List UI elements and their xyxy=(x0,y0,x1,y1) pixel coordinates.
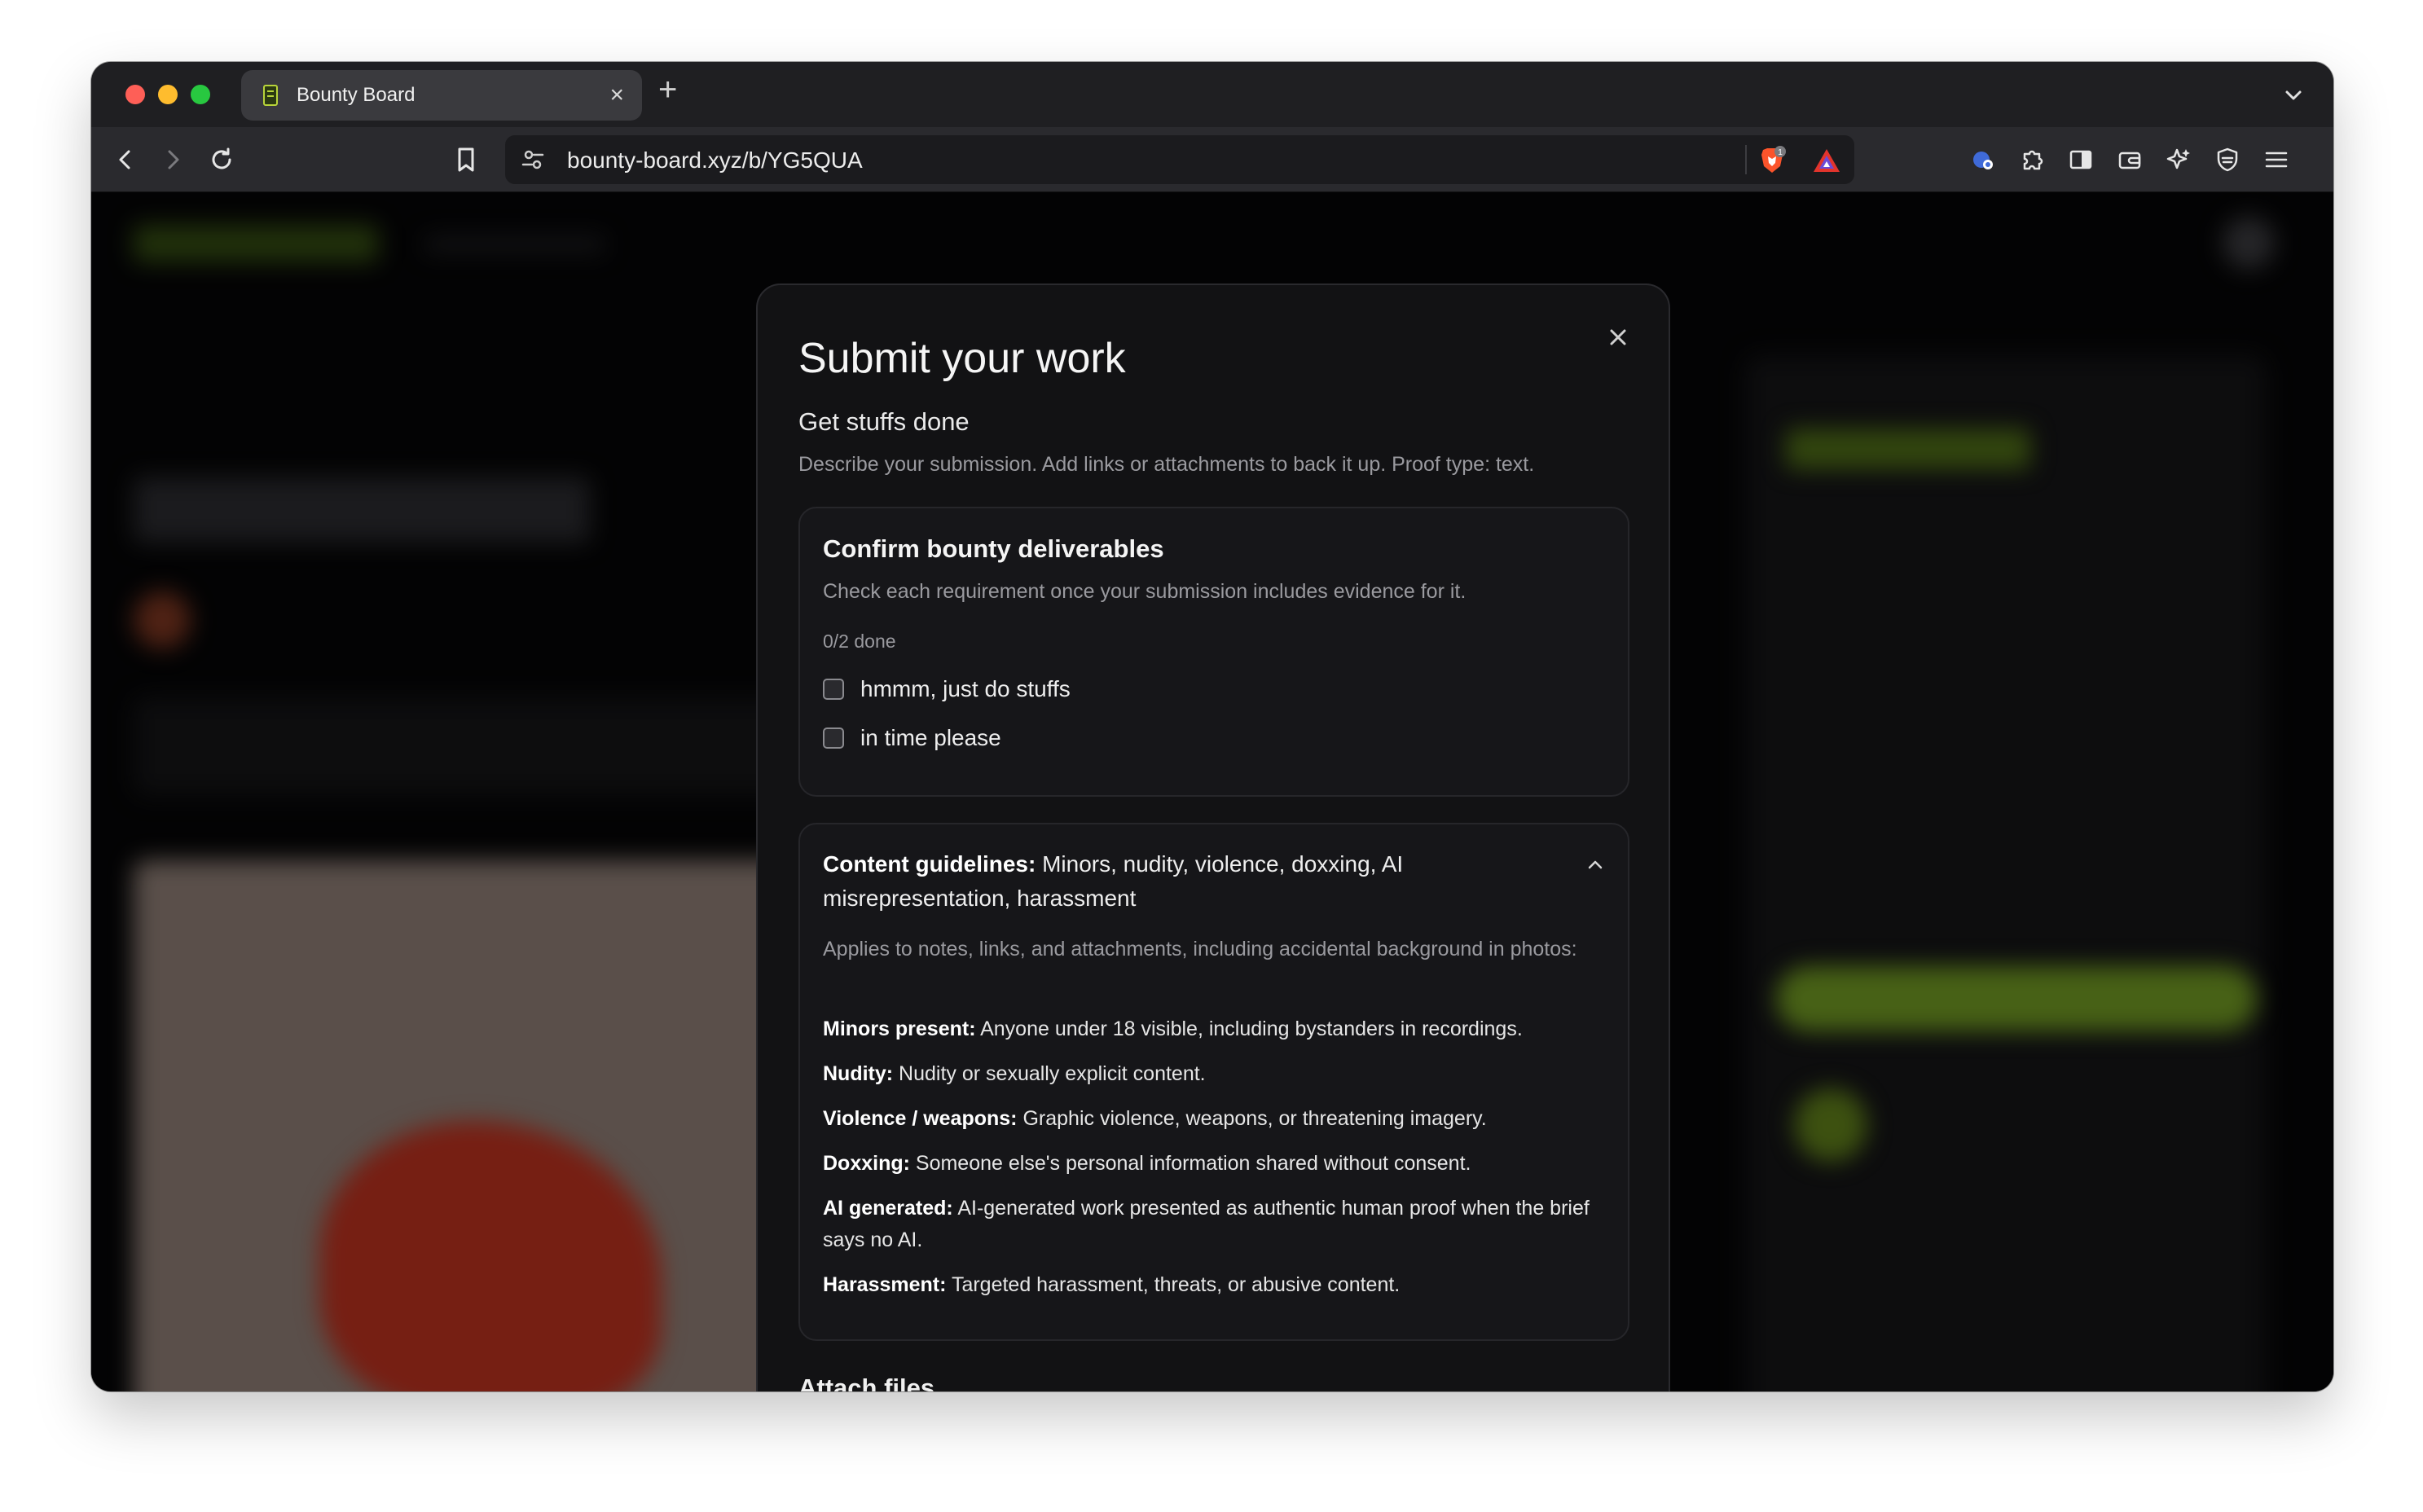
tab-list-chevron-down-icon[interactable] xyxy=(2281,83,2306,108)
modal-description: Describe your submission. Add links or a… xyxy=(798,453,1535,476)
deliverable-item[interactable]: hmmm, just do stuffs xyxy=(823,676,1071,702)
guideline-rule-name: AI generated: xyxy=(823,1197,953,1220)
guideline-rule-name: Doxxing: xyxy=(823,1152,910,1175)
guideline-rule-name: Nudity: xyxy=(823,1062,894,1085)
address-bar[interactable]: bounty-board.xyz/b/YG5QUA 1 xyxy=(505,135,1854,184)
browser-window: Bounty Board × + bounty-board.xyz/b/YG5Q… xyxy=(91,62,2333,1391)
guideline-rule-name: Minors present: xyxy=(823,1018,976,1040)
guideline-rule: AI generated: AI-generated work presente… xyxy=(823,1193,1605,1256)
close-window-button[interactable] xyxy=(125,85,145,104)
guideline-rule-text: Nudity or sexually explicit content. xyxy=(893,1062,1206,1085)
deliverable-item[interactable]: in time please xyxy=(823,725,1001,751)
brave-shields-icon[interactable]: 1 xyxy=(1757,145,1788,176)
site-settings-icon[interactable] xyxy=(520,147,546,173)
modal-title: Submit your work xyxy=(798,335,1126,382)
deliverable-checkbox[interactable] xyxy=(823,727,844,749)
shield-badge-count: 1 xyxy=(1778,148,1783,157)
tab-bar: Bounty Board × + xyxy=(91,62,2333,127)
wallet-icon[interactable] xyxy=(2113,143,2146,176)
guideline-rule-text: Anyone under 18 visible, including bysta… xyxy=(975,1018,1523,1040)
tab-close-icon[interactable]: × xyxy=(609,83,624,108)
guideline-rule-text: Targeted harassment, threats, or abusive… xyxy=(946,1273,1401,1296)
tab-bounty-board[interactable]: Bounty Board × xyxy=(241,70,642,121)
guideline-rule: Nudity: Nudity or sexually explicit cont… xyxy=(823,1058,1605,1090)
sidebar-toggle-icon[interactable] xyxy=(2065,143,2097,176)
collapse-chevron-up-icon[interactable] xyxy=(1584,854,1607,877)
guideline-rule-text: Someone else's personal information shar… xyxy=(909,1152,1471,1175)
new-tab-button[interactable]: + xyxy=(658,73,677,106)
reload-icon[interactable] xyxy=(205,143,238,176)
deliverable-label: in time please xyxy=(860,725,1001,750)
deliverables-description: Check each requirement once your submiss… xyxy=(823,580,1467,603)
bounty-name: Get stuffs done xyxy=(798,407,970,436)
page-viewport: Submit your work Get stuffs done Describ… xyxy=(91,192,2333,1391)
forward-icon[interactable] xyxy=(156,143,189,176)
deliverables-progress: 0/2 done xyxy=(823,631,896,652)
leo-ai-sparkle-icon[interactable] xyxy=(2162,143,2195,176)
guideline-rule-name: Harassment: xyxy=(823,1273,947,1296)
tab-title: Bounty Board xyxy=(297,84,416,106)
url-text[interactable]: bounty-board.xyz/b/YG5QUA xyxy=(567,147,863,174)
guidelines-heading-label: Content guidelines: xyxy=(823,851,1036,877)
brave-rewards-icon[interactable] xyxy=(1812,147,1841,174)
attach-files-heading: Attach files xyxy=(798,1374,935,1391)
minimize-window-button[interactable] xyxy=(158,85,178,104)
guideline-rule: Minors present: Anyone under 18 visible,… xyxy=(823,1013,1605,1045)
browser-toolbar: bounty-board.xyz/b/YG5QUA 1 xyxy=(91,127,2333,192)
bounty-board-favicon-icon xyxy=(263,85,278,106)
back-icon[interactable] xyxy=(109,143,142,176)
guideline-rule-text: Graphic violence, weapons, or threatenin… xyxy=(1017,1107,1487,1130)
deliverables-card: Confirm bounty deliverables Check each r… xyxy=(798,507,1629,797)
deliverable-checkbox[interactable] xyxy=(823,679,844,700)
guidelines-scope: Applies to notes, links, and attachments… xyxy=(823,938,1577,960)
guideline-rule: Doxxing: Someone else's personal informa… xyxy=(823,1148,1605,1180)
guideline-rule: Harassment: Targeted harassment, threats… xyxy=(823,1269,1605,1301)
guideline-rule: Violence / weapons: Graphic violence, we… xyxy=(823,1103,1605,1135)
deliverables-title: Confirm bounty deliverables xyxy=(823,534,1164,563)
privacy-shield-icon[interactable] xyxy=(2211,143,2244,176)
content-guidelines-card: Content guidelines: Minors, nudity, viol… xyxy=(798,823,1629,1341)
extensions-puzzle-icon[interactable] xyxy=(2016,143,2048,176)
url-separator xyxy=(1745,145,1747,174)
close-modal-icon[interactable] xyxy=(1603,323,1633,352)
guideline-rule-name: Violence / weapons: xyxy=(823,1107,1018,1130)
deliverable-label: hmmm, just do stuffs xyxy=(860,676,1071,701)
vpn-extension-icon[interactable] xyxy=(1967,143,1999,176)
bookmark-icon[interactable] xyxy=(450,143,482,176)
guidelines-heading[interactable]: Content guidelines: Minors, nudity, viol… xyxy=(823,847,1556,916)
menu-hamburger-icon[interactable] xyxy=(2260,143,2293,176)
maximize-window-button[interactable] xyxy=(191,85,210,104)
submit-work-modal: Submit your work Get stuffs done Describ… xyxy=(756,284,1670,1391)
